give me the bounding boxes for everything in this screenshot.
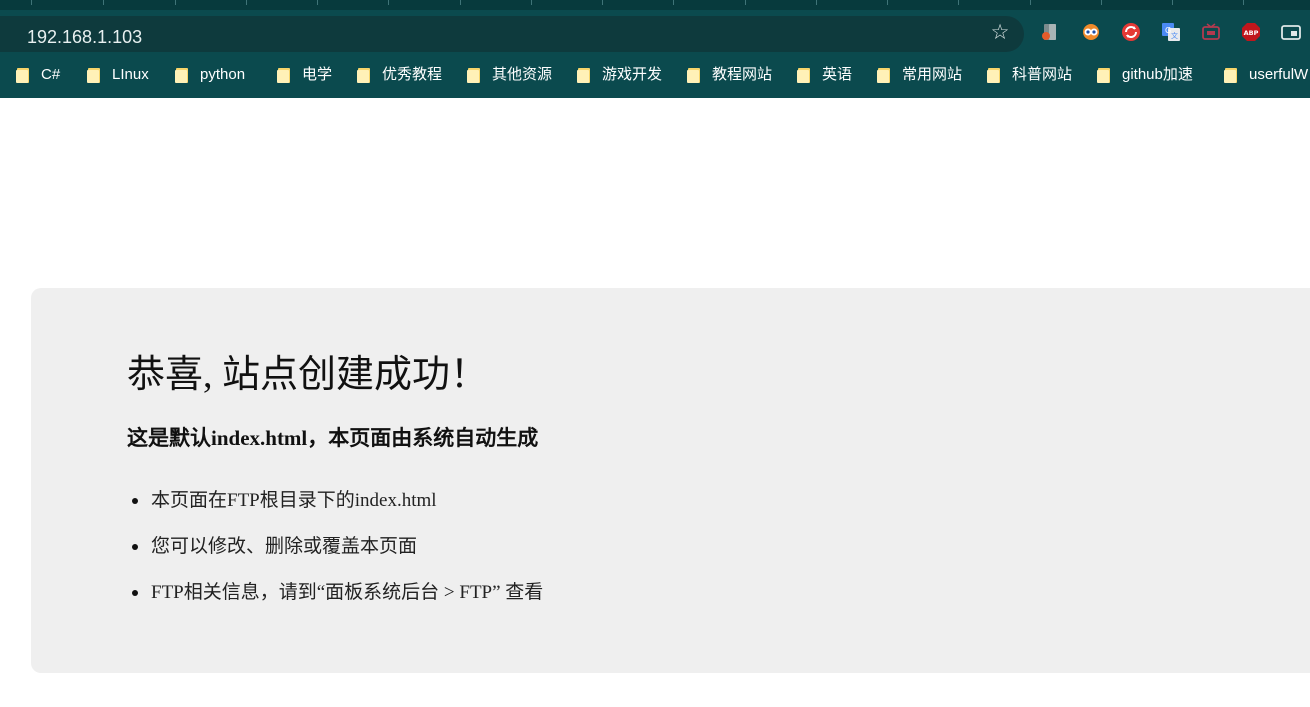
bookmark-label: userfulW <box>1249 66 1309 83</box>
bookmark-folder[interactable]: github加速 <box>1097 64 1193 86</box>
url-text[interactable]: 192.168.1.103 <box>27 26 142 48</box>
folder-icon <box>467 67 481 83</box>
tab-separator <box>673 0 674 5</box>
tab-separator <box>175 0 176 5</box>
bookmark-label: 其他资源 <box>492 66 553 83</box>
bookmark-label: python <box>200 66 246 83</box>
folder-icon <box>175 67 189 83</box>
bookmark-folder[interactable]: 游戏开发 <box>577 64 662 86</box>
bookmark-folder[interactable]: 优秀教程 <box>357 64 442 86</box>
list-item: 本页面在FTP根目录下的index.html <box>127 486 543 532</box>
bookmark-label: LInux <box>112 66 149 83</box>
bullet-icon <box>132 590 138 596</box>
site-info-text[interactable]: e | <box>0 26 7 48</box>
folder-icon <box>1224 67 1238 83</box>
tv-extension-icon[interactable] <box>1201 22 1221 42</box>
tab-separator <box>1101 0 1102 5</box>
owl-extension-icon[interactable] <box>1081 22 1101 42</box>
bookmark-label: 科普网站 <box>1012 66 1073 83</box>
bookmark-label: github加速 <box>1122 66 1193 83</box>
tab-separator <box>602 0 603 5</box>
tab-separator <box>460 0 461 5</box>
bookmark-star-icon[interactable]: ☆ <box>989 21 1011 43</box>
bookmark-label: 电学 <box>302 66 333 83</box>
bookmark-label: 优秀教程 <box>382 66 443 83</box>
bookmark-folder[interactable]: 科普网站 <box>987 64 1072 86</box>
office-extension-icon[interactable] <box>1040 22 1060 42</box>
folder-icon <box>357 67 371 83</box>
page-subtitle: 这是默认index.html，本页面由系统自动生成 <box>127 426 539 450</box>
page-title: 恭喜, 站点创建成功！ <box>127 354 489 396</box>
sync-extension-icon[interactable] <box>1121 22 1141 42</box>
svg-text:文: 文 <box>1171 31 1178 40</box>
bookmark-label: 常用网站 <box>902 66 963 83</box>
browser-toolbar: e | 192.168.1.103 ☆ G 文 <box>0 12 1310 56</box>
tab-separator <box>958 0 959 5</box>
bullet-icon <box>132 498 138 504</box>
folder-icon <box>1097 67 1111 83</box>
tab-separator <box>317 0 318 5</box>
folder-icon <box>687 67 701 83</box>
bookmark-label: 英语 <box>822 66 853 83</box>
tab-separator <box>887 0 888 5</box>
list-item-text: FTP相关信息，请到“面板系统后台 > FTP” 查看 <box>151 582 544 603</box>
picture-in-picture-icon[interactable] <box>1281 22 1301 42</box>
folder-icon <box>797 67 811 83</box>
folder-icon <box>877 67 891 83</box>
abp-icon[interactable]: ABP <box>1241 22 1261 42</box>
page-content: 恭喜, 站点创建成功！ 这是默认index.html，本页面由系统自动生成 本页… <box>0 98 1310 707</box>
tab-separator <box>31 0 32 5</box>
bookmark-folder[interactable]: 电学 <box>277 64 332 86</box>
tab-separator <box>1243 0 1244 5</box>
folder-icon <box>16 67 30 83</box>
tab-separator <box>745 0 746 5</box>
folder-icon <box>987 67 1001 83</box>
bookmark-folder[interactable]: 英语 <box>797 64 852 86</box>
info-list: 本页面在FTP根目录下的index.html 您可以修改、删除或覆盖本页面 FT… <box>127 486 543 624</box>
google-translate-icon[interactable]: G 文 <box>1161 22 1181 42</box>
bookmark-folder[interactable]: 教程网站 <box>687 64 772 86</box>
bookmark-label: 教程网站 <box>712 66 773 83</box>
bookmark-folder[interactable]: LInux <box>87 64 149 86</box>
tab-strip[interactable] <box>0 0 1310 12</box>
tab-separator <box>1030 0 1031 5</box>
tab-separator <box>1172 0 1173 5</box>
bookmark-label: C# <box>41 66 61 83</box>
welcome-card: 恭喜, 站点创建成功！ 这是默认index.html，本页面由系统自动生成 本页… <box>31 288 1310 673</box>
abp-label: ABP <box>1244 29 1259 37</box>
bullet-icon <box>132 544 138 550</box>
browser-chrome: e | 192.168.1.103 ☆ G 文 <box>0 0 1310 98</box>
list-item-text: 本页面在FTP根目录下的index.html <box>151 490 437 511</box>
bookmark-folder[interactable]: python <box>175 64 245 86</box>
tab-separator <box>246 0 247 5</box>
bookmark-folder[interactable]: 常用网站 <box>877 64 962 86</box>
folder-icon <box>87 67 101 83</box>
tab-separator <box>816 0 817 5</box>
bookmarks-bar: C# LInux python 电学 优秀教程 其他资源 游戏开发 教程网站 英… <box>0 58 1310 92</box>
tab-separator <box>103 0 104 5</box>
bookmark-label: 游戏开发 <box>602 66 663 83</box>
list-item: FTP相关信息，请到“面板系统后台 > FTP” 查看 <box>127 578 543 624</box>
bookmark-folder[interactable]: userfulW <box>1224 64 1308 86</box>
address-bar[interactable]: e | 192.168.1.103 <box>0 16 1024 52</box>
tab-separator <box>531 0 532 5</box>
list-item-text: 您可以修改、删除或覆盖本页面 <box>151 536 418 557</box>
bookmark-folder[interactable]: C# <box>16 64 60 86</box>
bookmark-folder[interactable]: 其他资源 <box>467 64 552 86</box>
folder-icon <box>277 67 291 83</box>
list-item: 您可以修改、删除或覆盖本页面 <box>127 532 543 578</box>
tab-separator <box>388 0 389 5</box>
folder-icon <box>577 67 591 83</box>
